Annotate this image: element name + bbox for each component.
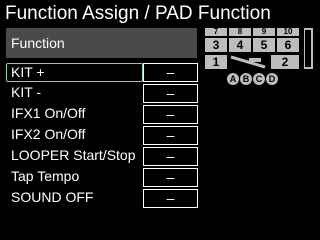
pad-5-label: 5 xyxy=(260,38,268,52)
row-kit-plus-value[interactable]: – xyxy=(143,63,198,82)
circle-c-icon: C xyxy=(253,73,265,85)
row-looper-value[interactable]: – xyxy=(143,147,198,166)
row-ifx2-value[interactable]: – xyxy=(143,126,198,145)
circle-d-icon: D xyxy=(266,73,278,85)
function-column-header: Function xyxy=(6,28,197,58)
row-tap-tempo-value[interactable]: – xyxy=(143,168,198,187)
function-header-label: Function xyxy=(11,35,65,51)
pad-layout-diagram: 7 8 9 10 3 4 5 6 1 2 A B C D xyxy=(201,27,315,89)
screen-title: Function Assign / PAD Function xyxy=(5,3,271,24)
circle-b-icon: B xyxy=(240,73,252,85)
pad-3-label: 3 xyxy=(212,38,220,52)
row-ifx2-label[interactable]: IFX2 On/Off xyxy=(6,126,143,145)
row-looper-label[interactable]: LOOPER Start/Stop xyxy=(6,147,143,166)
pad-8-label: 8 xyxy=(237,27,243,36)
side-bracket-inner xyxy=(305,30,311,67)
pad-6-label: 6 xyxy=(284,38,292,52)
pad-10-label: 10 xyxy=(283,27,293,36)
row-kit-minus-label[interactable]: KIT - xyxy=(6,84,143,103)
row-sound-off-label[interactable]: SOUND OFF xyxy=(6,189,143,208)
slider-knob-shape xyxy=(249,58,261,62)
pad-1-label: 1 xyxy=(212,55,220,69)
row-kit-plus-label[interactable]: KIT + xyxy=(6,63,143,82)
row-tap-tempo-label[interactable]: Tap Tempo xyxy=(6,168,143,187)
row-ifx1-value[interactable]: – xyxy=(143,105,198,124)
pad-2-label: 2 xyxy=(281,55,289,69)
pad-9-label: 9 xyxy=(261,27,267,36)
pad-7-label: 7 xyxy=(213,27,219,36)
circle-a-icon: A xyxy=(227,73,239,85)
row-ifx1-label[interactable]: IFX1 On/Off xyxy=(6,105,143,124)
pad-4-label: 4 xyxy=(236,38,244,52)
row-sound-off-value[interactable]: – xyxy=(143,189,198,208)
row-kit-minus-value[interactable]: – xyxy=(143,84,198,103)
